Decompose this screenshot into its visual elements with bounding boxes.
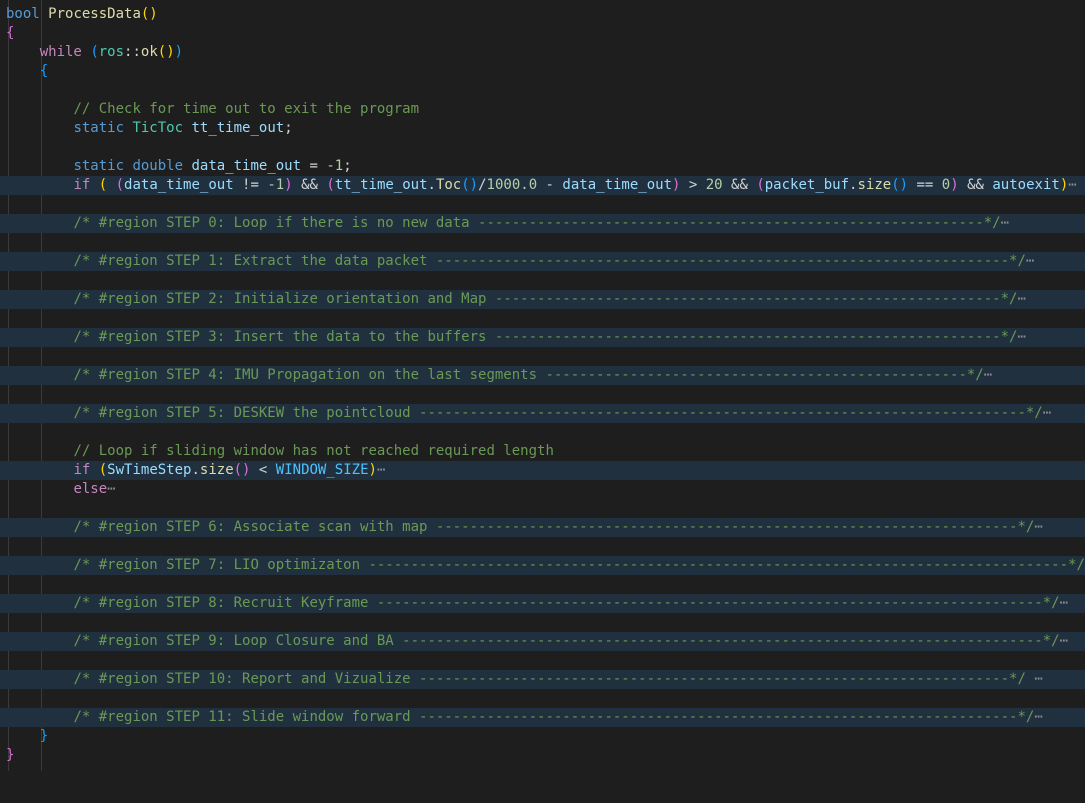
fold-ellipsis-icon[interactable]: ⋯ bbox=[1034, 519, 1042, 535]
region-comment: /* #region STEP 3: Insert the data to th… bbox=[73, 329, 1017, 345]
code-line[interactable]: } bbox=[0, 727, 1085, 746]
region-line[interactable]: /* #region STEP 6: Associate scan with m… bbox=[0, 518, 1085, 537]
region-line[interactable]: /* #region STEP 9: Loop Closure and BA -… bbox=[0, 632, 1085, 651]
region-comment: /* #region STEP 10: Report and Vizualize… bbox=[73, 671, 1025, 687]
code-editor[interactable]: bool ProcessData() { while (ros::ok()) {… bbox=[0, 0, 1085, 771]
region-line[interactable]: /* #region STEP 3: Insert the data to th… bbox=[0, 328, 1085, 347]
region-line[interactable]: /* #region STEP 10: Report and Vizualize… bbox=[0, 670, 1085, 689]
fold-ellipsis-icon[interactable]: ⋯ bbox=[1026, 253, 1034, 269]
code-line[interactable]: static double data_time_out = -1; bbox=[0, 157, 1085, 176]
region-comment: /* #region STEP 7: LIO optimizaton -----… bbox=[73, 557, 1084, 573]
code-line[interactable]: if (SwTimeStep.size() < WINDOW_SIZE)⋯ bbox=[0, 461, 1085, 480]
fold-ellipsis-icon[interactable]: ⋯ bbox=[1060, 595, 1068, 611]
region-line[interactable]: /* #region STEP 7: LIO optimizaton -----… bbox=[0, 556, 1085, 575]
code-line[interactable]: bool ProcessData() bbox=[0, 5, 1085, 24]
code-line[interactable]: // Check for time out to exit the progra… bbox=[0, 100, 1085, 119]
code-line[interactable]: while (ros::ok()) bbox=[0, 43, 1085, 62]
code-line[interactable]: static TicToc tt_time_out; bbox=[0, 119, 1085, 138]
region-line[interactable]: /* #region STEP 1: Extract the data pack… bbox=[0, 252, 1085, 271]
fold-ellipsis-icon[interactable]: ⋯ bbox=[1034, 709, 1042, 725]
fold-ellipsis-icon[interactable]: ⋯ bbox=[984, 367, 992, 383]
region-comment: /* #region STEP 1: Extract the data pack… bbox=[73, 253, 1025, 269]
region-comment: /* #region STEP 2: Initialize orientatio… bbox=[73, 291, 1017, 307]
fold-ellipsis-icon[interactable]: ⋯ bbox=[107, 481, 115, 497]
comment: // Loop if sliding window has not reache… bbox=[73, 443, 553, 459]
fold-ellipsis-icon[interactable]: ⋯ bbox=[1043, 405, 1051, 421]
region-line[interactable]: /* #region STEP 4: IMU Propagation on th… bbox=[0, 366, 1085, 385]
region-line[interactable]: /* #region STEP 2: Initialize orientatio… bbox=[0, 290, 1085, 309]
keyword-bool: bool bbox=[6, 6, 40, 22]
region-comment: /* #region STEP 8: Recruit Keyframe ----… bbox=[73, 595, 1059, 611]
fold-ellipsis-icon[interactable]: ⋯ bbox=[1001, 215, 1009, 231]
region-comment: /* #region STEP 4: IMU Propagation on th… bbox=[73, 367, 983, 383]
region-comment: /* #region STEP 6: Associate scan with m… bbox=[73, 519, 1034, 535]
code-line[interactable]: // Loop if sliding window has not reache… bbox=[0, 442, 1085, 461]
function-name: ProcessData bbox=[48, 6, 141, 22]
fold-ellipsis-icon[interactable]: ⋯ bbox=[1034, 671, 1042, 687]
region-comment: /* #region STEP 5: DESKEW the pointcloud… bbox=[73, 405, 1042, 421]
region-line[interactable]: /* #region STEP 5: DESKEW the pointcloud… bbox=[0, 404, 1085, 423]
code-line[interactable]: if ( (data_time_out != -1) && (tt_time_o… bbox=[0, 176, 1085, 195]
code-line[interactable]: { bbox=[0, 62, 1085, 81]
comment: // Check for time out to exit the progra… bbox=[73, 101, 419, 117]
fold-ellipsis-icon[interactable]: ⋯ bbox=[1017, 291, 1025, 307]
region-line[interactable]: /* #region STEP 11: Slide window forward… bbox=[0, 708, 1085, 727]
region-comment: /* #region STEP 11: Slide window forward… bbox=[73, 709, 1034, 725]
code-line[interactable]: else⋯ bbox=[0, 480, 1085, 499]
fold-ellipsis-icon[interactable]: ⋯ bbox=[1017, 329, 1025, 345]
region-line[interactable]: /* #region STEP 0: Loop if there is no n… bbox=[0, 214, 1085, 233]
region-comment: /* #region STEP 9: Loop Closure and BA -… bbox=[73, 633, 1059, 649]
fold-ellipsis-icon[interactable]: ⋯ bbox=[1068, 177, 1076, 193]
code-line[interactable]: { bbox=[0, 24, 1085, 43]
code-line[interactable]: } bbox=[0, 746, 1085, 765]
fold-ellipsis-icon[interactable]: ⋯ bbox=[377, 462, 385, 478]
region-comment: /* #region STEP 0: Loop if there is no n… bbox=[73, 215, 1000, 231]
region-line[interactable]: /* #region STEP 8: Recruit Keyframe ----… bbox=[0, 594, 1085, 613]
keyword-while: while bbox=[40, 44, 82, 60]
fold-ellipsis-icon[interactable]: ⋯ bbox=[1060, 633, 1068, 649]
